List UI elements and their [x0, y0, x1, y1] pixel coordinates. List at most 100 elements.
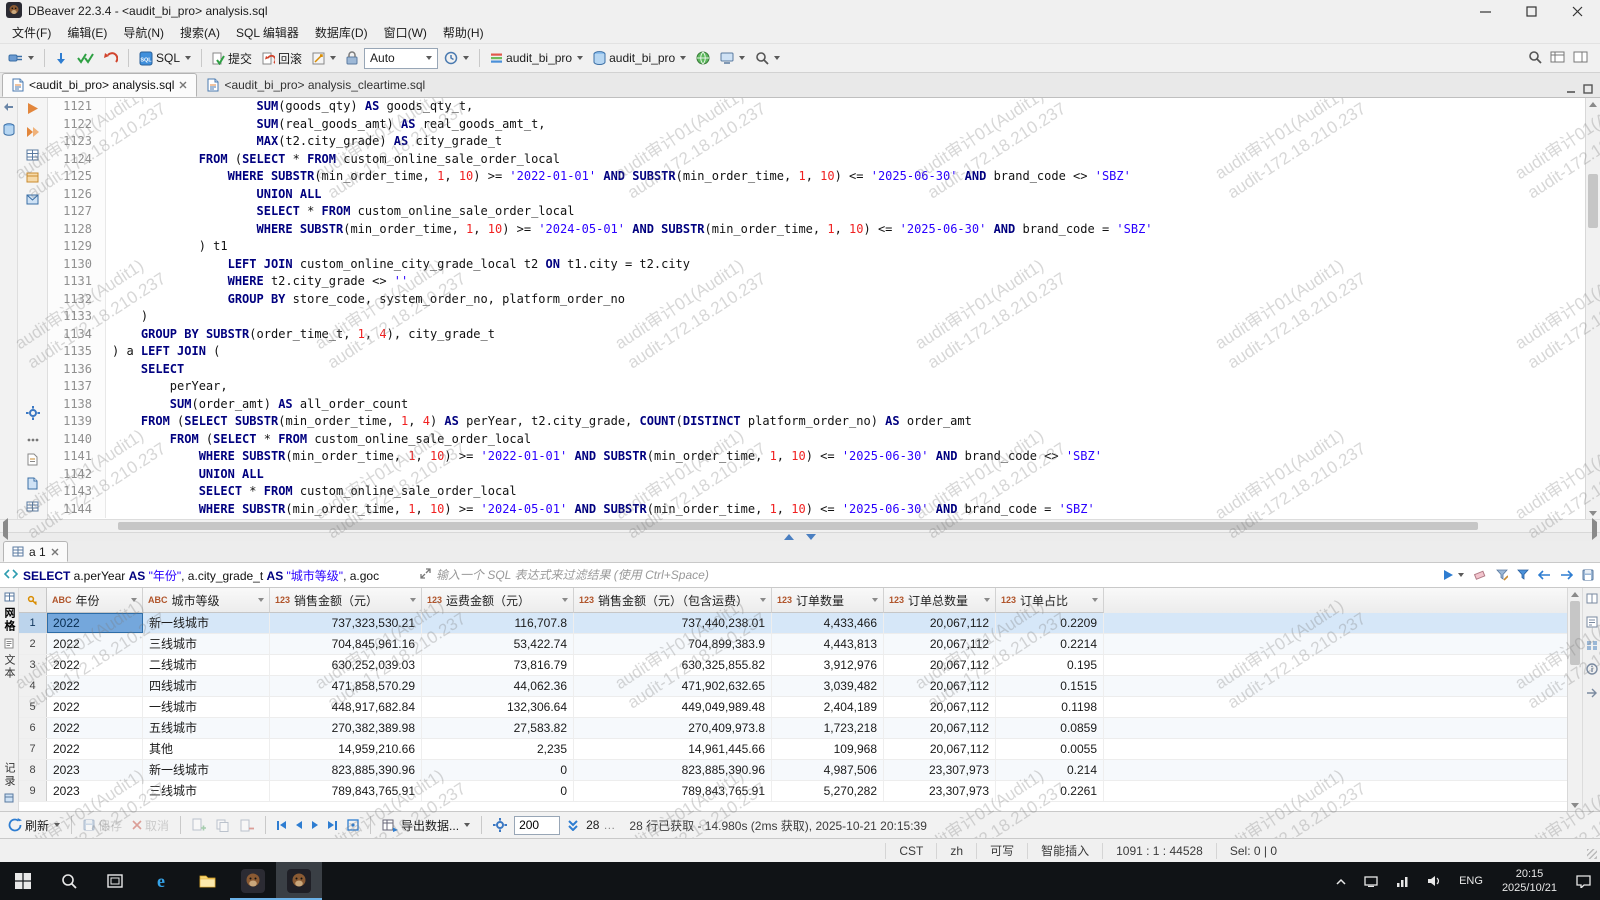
grid-cell[interactable]: 132,306.64: [422, 697, 574, 717]
fetch-size-input[interactable]: [514, 815, 561, 835]
row-header[interactable]: 7: [19, 739, 47, 759]
grid-cell[interactable]: 73,816.79: [422, 655, 574, 675]
filter-caret-icon[interactable]: [562, 598, 568, 602]
transaction-auto-combo[interactable]: Auto: [364, 47, 439, 69]
filter-caret-icon[interactable]: [872, 598, 878, 602]
filter-input[interactable]: [436, 565, 1436, 585]
grid-cell[interactable]: 20,067,112: [884, 634, 996, 654]
grid-cell[interactable]: 5,270,282: [772, 781, 884, 801]
column-header[interactable]: 123 销售金额（元）: [270, 588, 422, 613]
grid-cell[interactable]: 0.2209: [996, 613, 1104, 633]
scroll-left-button[interactable]: [3, 518, 8, 540]
column-header[interactable]: ABC 年份: [47, 588, 143, 613]
grid-cell[interactable]: 0.1198: [996, 697, 1104, 717]
filter-caret-icon[interactable]: [984, 598, 990, 602]
task-view-button[interactable]: [92, 862, 138, 900]
column-header[interactable]: 123 订单总数量: [884, 588, 996, 613]
grid-cell[interactable]: 270,382,389.98: [270, 718, 422, 738]
fetch-all-button[interactable]: [564, 819, 582, 831]
grid-cell[interactable]: 二线城市: [143, 655, 270, 675]
grid-cell[interactable]: 三线城市: [143, 781, 270, 801]
grid-cell[interactable]: 2023: [47, 781, 143, 801]
grid-cell[interactable]: 3,912,976: [772, 655, 884, 675]
table-row[interactable]: 8 2023 新一线城市 823,885,390.96 0 823,885,390.96 4…: [19, 760, 1567, 781]
filter-caret-icon[interactable]: [760, 598, 766, 602]
expand-up-icon[interactable]: [784, 534, 794, 540]
language-indicator[interactable]: ENG: [1450, 862, 1492, 900]
filter-caret-icon[interactable]: [131, 598, 137, 602]
grid-cell[interactable]: 630,252,039.03: [270, 655, 422, 675]
edit-filter-button[interactable]: [1494, 569, 1510, 581]
grid-cell[interactable]: 44,062.36: [422, 676, 574, 696]
results-tab[interactable]: a 1: [3, 541, 68, 562]
taskbar-clock[interactable]: 20:15 2025/10/21: [1492, 862, 1567, 900]
rollback-warn-button[interactable]: [100, 46, 122, 70]
grid-cell[interactable]: 0.2261: [996, 781, 1104, 801]
save-filter-button[interactable]: [1580, 569, 1596, 581]
grid-cell[interactable]: 0.0055: [996, 739, 1104, 759]
execute-statement-button[interactable]: [26, 102, 39, 118]
side-tab-record[interactable]: 记录: [1, 762, 17, 788]
collapse-down-icon[interactable]: [806, 534, 816, 540]
grid-cell[interactable]: 2022: [47, 655, 143, 675]
rollback-button[interactable]: 回滚: [258, 46, 306, 70]
layout-button[interactable]: [1573, 51, 1588, 66]
clear-filter-button[interactable]: [1471, 569, 1489, 581]
grid-cell[interactable]: 823,885,390.96: [574, 760, 772, 780]
grid-cell[interactable]: 五线城市: [143, 718, 270, 738]
grid-cell[interactable]: 0: [422, 760, 574, 780]
fetch-button[interactable]: [51, 46, 71, 70]
scroll-right-button[interactable]: [1592, 518, 1597, 540]
table-row[interactable]: 7 2022 其他 14,959,210.66 2,235 14,961,445.66 10…: [19, 739, 1567, 760]
tab-close-button[interactable]: [179, 78, 187, 92]
previous-row-button[interactable]: [293, 821, 305, 829]
row-header[interactable]: 2: [19, 634, 47, 654]
grid-cell[interactable]: 4,433,466: [772, 613, 884, 633]
filter-caret-icon[interactable]: [258, 598, 264, 602]
maximize-button[interactable]: [1508, 0, 1554, 22]
table-row[interactable]: 5 2022 一线城市 448,917,682.84 132,306.64 449,049…: [19, 697, 1567, 718]
grid-cell[interactable]: 20,067,112: [884, 739, 996, 759]
grid-cell[interactable]: 20,067,112: [884, 718, 996, 738]
row-header[interactable]: 5: [19, 697, 47, 717]
table-row[interactable]: 2 2022 三线城市 704,845,961.16 53,422.74 704,899,…: [19, 634, 1567, 655]
grid-cell[interactable]: 2022: [47, 739, 143, 759]
overflow-menu-button[interactable]: [27, 431, 39, 445]
grid-cell[interactable]: 20,067,112: [884, 697, 996, 717]
grid-cell[interactable]: 789,843,765.91: [574, 781, 772, 801]
first-row-button[interactable]: [274, 820, 289, 830]
editor-settings-button[interactable]: [25, 406, 40, 423]
next-row-button[interactable]: [309, 821, 321, 829]
go-to-row-button[interactable]: [344, 819, 362, 831]
transaction-mode-button[interactable]: [308, 46, 340, 70]
grid-cell[interactable]: 449,049,989.48: [574, 697, 772, 717]
export-data-button[interactable]: 导出数据...: [379, 817, 473, 834]
column-header[interactable]: 123 订单占比: [996, 588, 1104, 613]
scrollbar-thumb[interactable]: [1570, 601, 1580, 665]
grid-cell[interactable]: 2022: [47, 676, 143, 696]
row-header[interactable]: 8: [19, 760, 47, 780]
calc-panel-button[interactable]: [1586, 616, 1598, 631]
menu-item-0[interactable]: 文件(F): [4, 22, 59, 43]
notification-center-button[interactable]: [1567, 862, 1600, 900]
filter-settings-button[interactable]: [1515, 569, 1531, 581]
network-tray-button[interactable]: [1387, 862, 1418, 900]
filter-caret-icon[interactable]: [1092, 598, 1098, 602]
tab-analysis-cleartime-sql[interactable]: <audit_bi_pro> analysis_cleartime.sql: [197, 73, 435, 97]
apply-filter-button[interactable]: [1441, 569, 1466, 581]
grid-cell[interactable]: 53,422.74: [422, 634, 574, 654]
grid-cell[interactable]: 其他: [143, 739, 270, 759]
tablet-mode-button[interactable]: [1355, 862, 1387, 900]
grid-cell[interactable]: 27,583.82: [422, 718, 574, 738]
grid-cell[interactable]: 471,902,632.65: [574, 676, 772, 696]
grid-cell[interactable]: 4,987,506: [772, 760, 884, 780]
grid-cell[interactable]: 2022: [47, 697, 143, 717]
grid-cell[interactable]: 1,723,218: [772, 718, 884, 738]
minimize-button[interactable]: [1462, 0, 1508, 22]
row-header[interactable]: 4: [19, 676, 47, 696]
resize-grip[interactable]: [1587, 849, 1597, 859]
taskbar-search-button[interactable]: [46, 862, 92, 900]
menu-item-1[interactable]: 编辑(E): [59, 22, 115, 43]
filter-history-back-button[interactable]: [1536, 570, 1553, 580]
scrollbar-thumb[interactable]: [1588, 173, 1598, 229]
